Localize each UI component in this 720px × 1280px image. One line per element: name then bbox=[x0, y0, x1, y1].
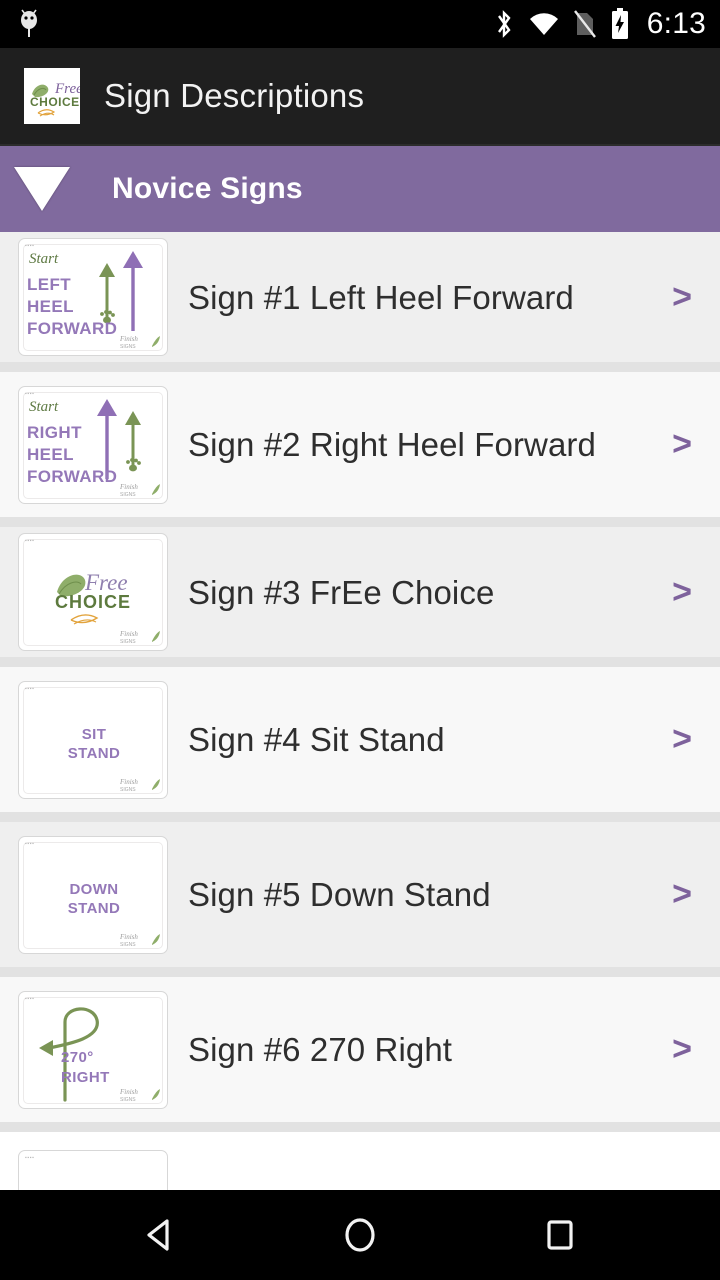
thumb-text-line-1: RIGHT bbox=[27, 422, 82, 442]
svg-text:SIGNS: SIGNS bbox=[120, 787, 136, 793]
list-item[interactable]: ▪▪▪▪ Start LEFT HEEL FORWARD Finish SIGN… bbox=[0, 232, 720, 372]
svg-text:Finish: Finish bbox=[119, 630, 138, 638]
list-item[interactable]: ▪▪▪▪ Start RIGHT HEEL FORWARD Finish SIG… bbox=[0, 372, 720, 527]
chevron-right-icon[interactable]: > bbox=[662, 278, 702, 317]
wifi-icon bbox=[528, 10, 560, 38]
bluetooth-icon bbox=[493, 8, 515, 40]
thumb-text-line-2: HEEL bbox=[27, 297, 74, 316]
chevron-right-icon[interactable]: > bbox=[662, 720, 702, 759]
list-item-label: Sign #1 Left Heel Forward bbox=[188, 278, 574, 316]
list-item-label: Sign #6 270 Right bbox=[188, 1031, 453, 1068]
sign-thumbnail: ▪▪▪▪ Free CHOICE Finish SIGNS bbox=[18, 533, 168, 651]
thumb-corner-mark: ▪▪▪▪ bbox=[25, 840, 35, 847]
sign-thumbnail: ▪▪▪▪ 270° RIGHT Finish SIGNS bbox=[18, 990, 168, 1109]
list-item[interactable]: ▪▪▪▪ Free CHOICE Finish SIGNS Sign #3 Fr… bbox=[0, 527, 720, 667]
chevron-right-icon[interactable]: > bbox=[662, 875, 702, 914]
svg-text:SIGNS: SIGNS bbox=[120, 344, 136, 350]
finish-watermark-icon: Finish SIGNS bbox=[119, 630, 160, 645]
chevron-right-icon[interactable]: > bbox=[662, 1030, 702, 1069]
thumb-text-line-2: STAND bbox=[67, 744, 121, 762]
svg-text:SIGNS: SIGNS bbox=[120, 942, 136, 948]
list-item-label: Sign #4 Sit Stand bbox=[188, 721, 445, 758]
status-bar: 6:13 bbox=[0, 0, 720, 48]
finish-watermark-icon: Finish SIGNS bbox=[119, 335, 160, 350]
thumb-text-line-3: FORWARD bbox=[27, 319, 118, 338]
phone-screen: 6:13 Free CHOICE Sign Descriptions Novic… bbox=[0, 0, 720, 1280]
page-title: Sign Descriptions bbox=[104, 77, 365, 114]
chevron-right-icon[interactable]: > bbox=[662, 425, 702, 464]
group-header-novice-signs[interactable]: Novice Signs bbox=[0, 144, 720, 232]
list-item-label: Sign #3 FrEe Choice bbox=[188, 573, 495, 611]
app-logo-icon: Free CHOICE bbox=[24, 68, 80, 124]
svg-text:Finish: Finish bbox=[119, 778, 138, 786]
app-bar: Free CHOICE Sign Descriptions bbox=[0, 48, 720, 144]
sign-thumbnail: ▪▪▪▪ Start RIGHT HEEL FORWARD Finish SIG… bbox=[18, 385, 168, 504]
thumb-corner-mark: ▪▪▪▪ bbox=[25, 1155, 35, 1161]
group-header-label: Novice Signs bbox=[112, 172, 303, 205]
thumb-text-line-1: 270° bbox=[61, 1048, 94, 1066]
status-bar-right: 6:13 bbox=[493, 7, 706, 41]
svg-text:CHOICE: CHOICE bbox=[55, 592, 131, 612]
svg-text:Finish: Finish bbox=[119, 335, 138, 343]
svg-text:SIGNS: SIGNS bbox=[120, 639, 136, 645]
finish-watermark-icon: Finish SIGNS bbox=[119, 778, 160, 793]
sign-thumbnail: ▪▪▪▪ DOWN STAND Finish SIGNS bbox=[18, 835, 168, 954]
status-bar-left bbox=[16, 9, 493, 39]
svg-text:Finish: Finish bbox=[119, 1088, 138, 1096]
home-button[interactable] bbox=[315, 1190, 405, 1280]
list-item[interactable]: ▪▪▪▪ 270° RIGHT Finish SIGNS Sign #6 270… bbox=[0, 977, 720, 1132]
sign-thumbnail: ▪▪▪▪ SIT STAND Finish SIGNS bbox=[18, 680, 168, 799]
list-item[interactable]: ▪▪▪▪ SIT STAND Finish SIGNS Sign #4 Sit … bbox=[0, 667, 720, 822]
back-triangle-icon bbox=[147, 1219, 169, 1251]
battery-charging-icon bbox=[610, 8, 630, 40]
finish-watermark-icon: Finish SIGNS bbox=[119, 1088, 160, 1103]
back-button[interactable] bbox=[115, 1190, 205, 1280]
thumb-corner-mark: ▪▪▪▪ bbox=[25, 685, 35, 692]
sign-thumbnail: ▪▪▪▪ Start LEFT HEEL FORWARD Finish SIGN… bbox=[18, 238, 168, 356]
svg-text:Finish: Finish bbox=[119, 933, 138, 941]
thumb-text-line-3: FORWARD bbox=[27, 466, 118, 486]
list-item-label: Sign #5 Down Stand bbox=[188, 876, 491, 913]
svg-text:Finish: Finish bbox=[119, 483, 138, 491]
list-item[interactable]: ▪▪▪▪ DOWN STAND Finish SIGNS Sign #5 Dow… bbox=[0, 822, 720, 977]
android-notification-icon bbox=[16, 9, 42, 39]
recents-button[interactable] bbox=[515, 1190, 605, 1280]
svg-text:CHOICE: CHOICE bbox=[30, 95, 80, 109]
sign-thumbnail-partial: ▪▪▪▪ bbox=[18, 1150, 168, 1190]
triangle-down-icon[interactable] bbox=[14, 167, 70, 211]
navigation-bar bbox=[0, 1190, 720, 1280]
sign-list[interactable]: ▪▪▪▪ Start LEFT HEEL FORWARD Finish SIGN… bbox=[0, 232, 720, 1190]
svg-text:SIGNS: SIGNS bbox=[120, 1097, 136, 1103]
list-item-label: Sign #2 Right Heel Forward bbox=[188, 426, 596, 463]
thumb-text-line-1: LEFT bbox=[27, 275, 72, 294]
home-circle-icon bbox=[345, 1218, 375, 1252]
svg-text:SIGNS: SIGNS bbox=[120, 492, 136, 498]
thumb-text-line-2: RIGHT bbox=[61, 1068, 110, 1086]
thumb-text-line-1: DOWN bbox=[69, 880, 119, 898]
recents-square-icon bbox=[547, 1220, 573, 1250]
chevron-right-icon[interactable]: > bbox=[662, 573, 702, 612]
thumb-text-line-2: STAND bbox=[67, 899, 121, 917]
finish-watermark-icon: Finish SIGNS bbox=[119, 483, 160, 498]
finish-watermark-icon: Finish SIGNS bbox=[119, 933, 160, 948]
status-bar-clock: 6:13 bbox=[646, 7, 706, 40]
thumb-text-line-1: SIT bbox=[81, 725, 107, 743]
thumb-text-line-2: HEEL bbox=[27, 444, 74, 464]
no-sim-icon bbox=[573, 9, 597, 39]
